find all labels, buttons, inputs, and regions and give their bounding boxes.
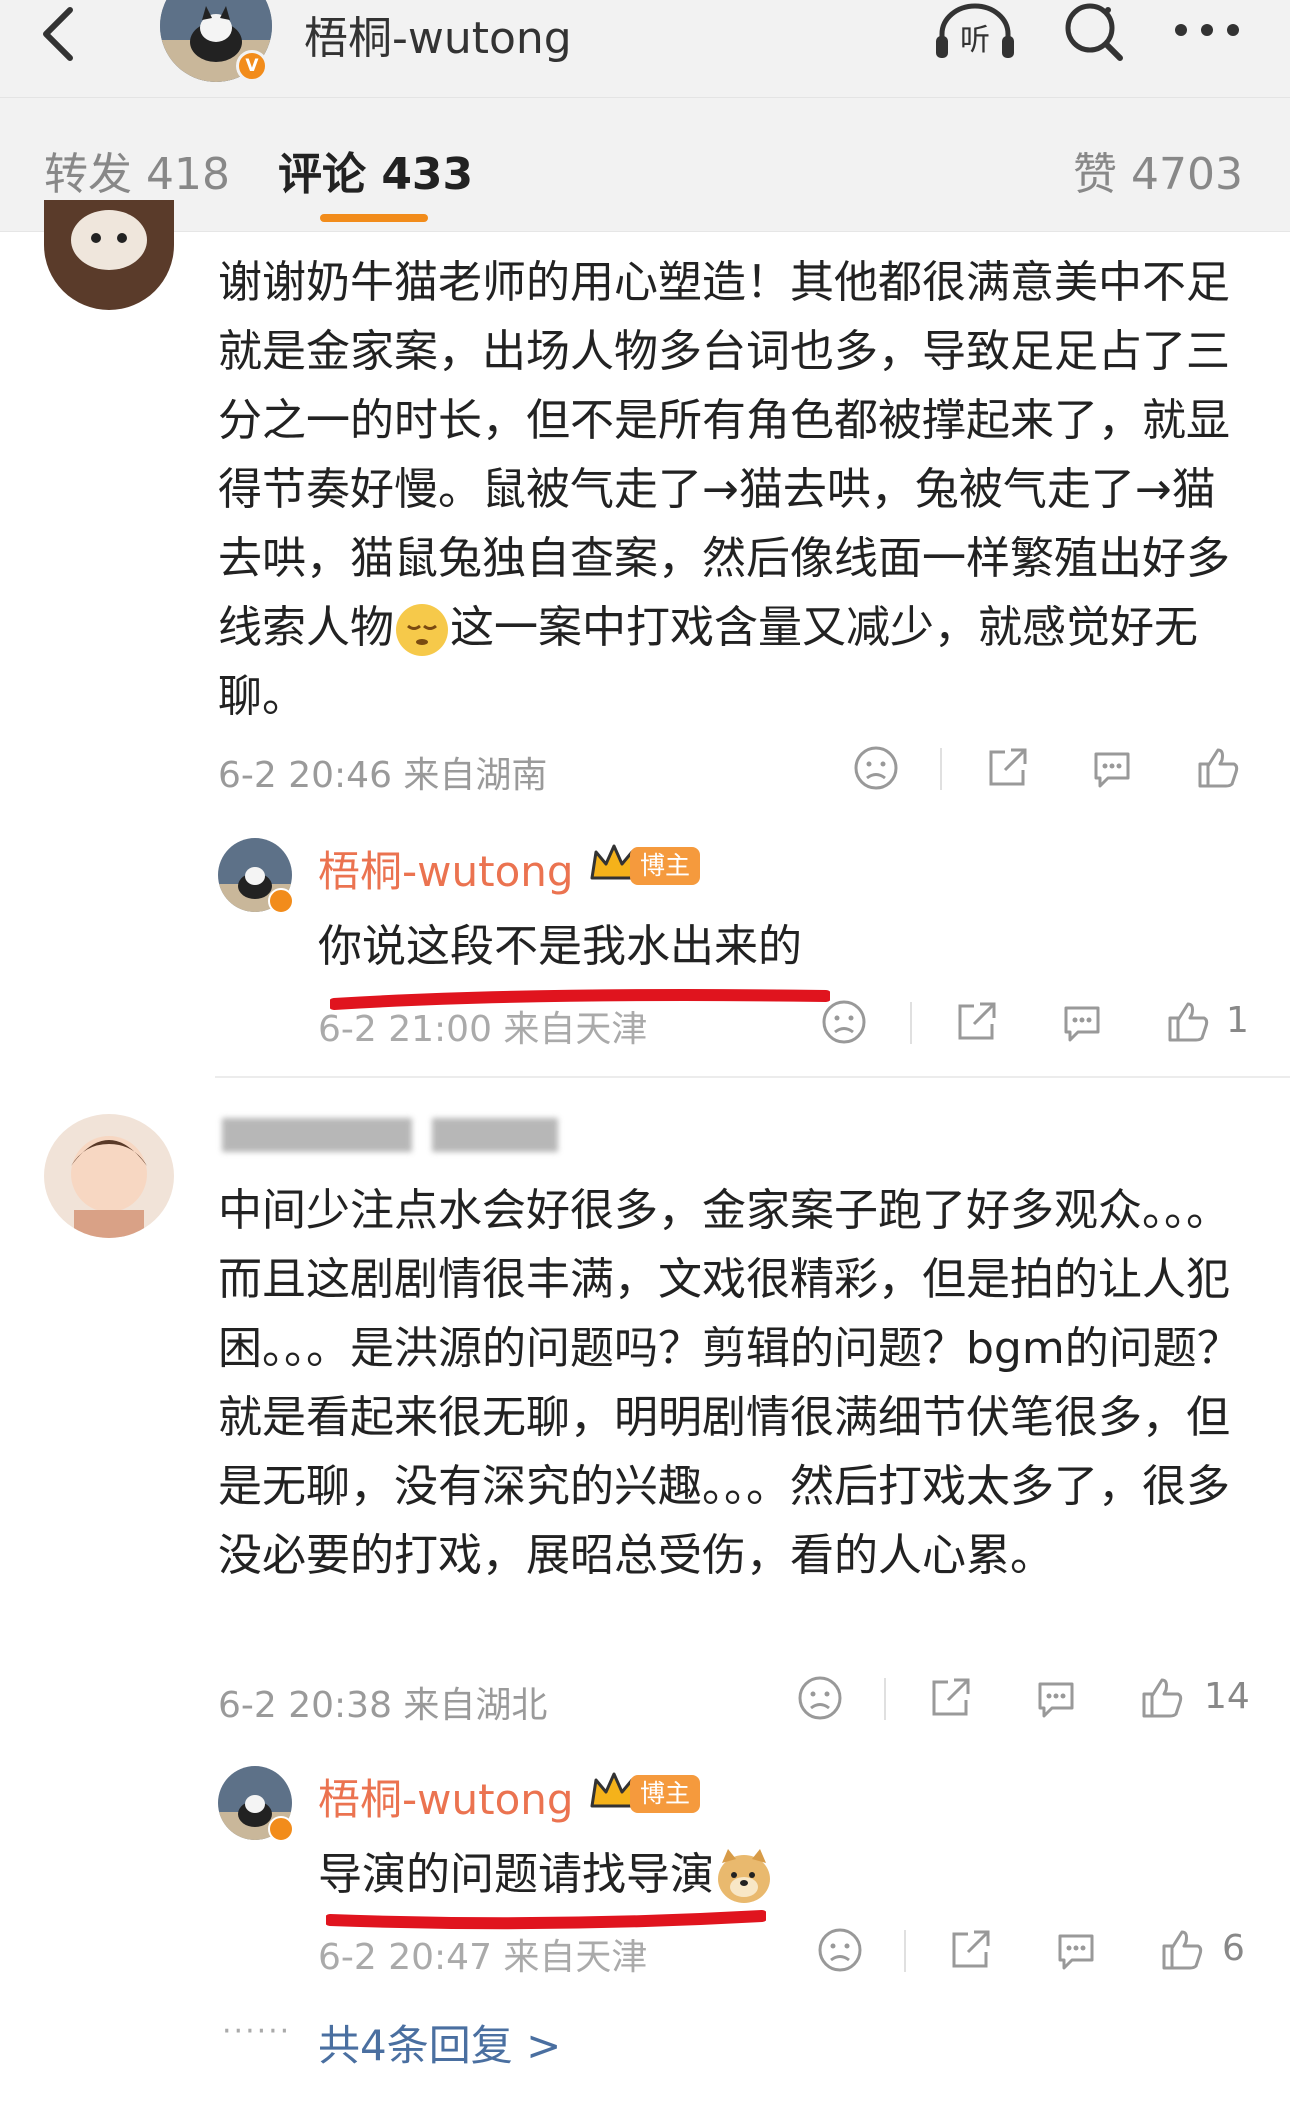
- page-title: 梧桐-wutong: [304, 13, 572, 64]
- reply-bubble-icon[interactable]: [1058, 998, 1106, 1046]
- back-arrow-icon[interactable]: [34, 4, 86, 64]
- like-thumb-icon[interactable]: [1164, 998, 1212, 1046]
- verified-badge-icon: [268, 1816, 294, 1842]
- verified-badge-icon: [268, 888, 294, 914]
- comment-meta: 6-2 20:46 来自湖南: [218, 755, 548, 796]
- dislike-face-icon[interactable]: [820, 998, 868, 1046]
- listen-headphones-icon[interactable]: 听: [930, 0, 1020, 66]
- redacted-username: [432, 1118, 558, 1152]
- author-tag-badge: 博主: [630, 847, 701, 885]
- share-icon[interactable]: [983, 744, 1031, 792]
- share-icon[interactable]: [926, 1674, 974, 1722]
- tab-bar: 转发 418 评论 433 赞 4703: [0, 98, 1290, 232]
- redacted-username: [222, 1118, 412, 1152]
- dislike-face-icon[interactable]: [852, 744, 900, 792]
- reply-meta: 6-2 20:47 来自天津: [318, 1937, 648, 1978]
- like-count: 14: [1204, 1676, 1250, 1717]
- active-tab-indicator: [320, 214, 428, 222]
- reply-text: 导演的问题请找导演: [318, 1838, 774, 1905]
- like-count: 6: [1222, 1928, 1245, 1969]
- verified-badge: V: [236, 50, 268, 82]
- comment-text: 中间少注点水会好很多，金家案子跑了好多观众。。。而且这剧剧情很丰满，文戏很精彩，…: [218, 1185, 1241, 1581]
- reply-text: 你说这段不是我水出来的: [318, 921, 802, 972]
- tab-comment[interactable]: 评论 433: [278, 138, 473, 202]
- dislike-face-icon[interactable]: [816, 1926, 864, 1974]
- comment-text: 谢谢奶牛猫老师的用心塑造！其他都很满意美中不足就是金家案，出场人物多台词也多，导…: [218, 257, 1230, 722]
- author-tag-badge: 博主: [630, 1775, 701, 1813]
- reply-bubble-icon[interactable]: [1052, 1926, 1100, 1974]
- comment-divider: [215, 1076, 1290, 1078]
- like-thumb-icon[interactable]: [1194, 744, 1242, 792]
- doge-emoji-icon: [718, 1849, 770, 1903]
- share-icon[interactable]: [946, 1926, 994, 1974]
- reply-author-name[interactable]: 梧桐-wutong: [318, 1766, 574, 1827]
- action-divider: [904, 1930, 906, 1972]
- view-more-replies-link[interactable]: 共4条回复 >: [318, 2012, 561, 2073]
- reply-author-name[interactable]: 梧桐-wutong: [318, 838, 574, 899]
- share-icon[interactable]: [952, 998, 1000, 1046]
- reply-bubble-icon[interactable]: [1088, 744, 1136, 792]
- dislike-face-icon[interactable]: [796, 1674, 844, 1722]
- more-replies-dots: ······: [222, 2014, 292, 2049]
- more-options-icon[interactable]: [1165, 0, 1255, 66]
- svg-text:听: 听: [960, 23, 990, 58]
- top-bar: V 梧桐-wutong 听: [0, 0, 1290, 98]
- action-divider: [884, 1678, 886, 1720]
- sleepy-face-emoji-icon: [396, 604, 448, 656]
- commenter-avatar[interactable]: [44, 200, 174, 310]
- like-count: 1: [1226, 1000, 1249, 1041]
- like-thumb-icon[interactable]: [1158, 1926, 1206, 1974]
- tab-repost[interactable]: 转发 418: [44, 138, 230, 202]
- action-divider: [940, 748, 942, 790]
- like-thumb-icon[interactable]: [1138, 1674, 1186, 1722]
- reply-meta: 6-2 21:00 来自天津: [318, 1009, 648, 1050]
- reply-bubble-icon[interactable]: [1032, 1674, 1080, 1722]
- search-icon[interactable]: [1050, 0, 1140, 66]
- action-divider: [910, 1002, 912, 1044]
- tab-like[interactable]: 赞 4703: [1073, 138, 1243, 202]
- comment-meta: 6-2 20:38 来自湖北: [218, 1685, 548, 1726]
- commenter-avatar[interactable]: [44, 1114, 174, 1238]
